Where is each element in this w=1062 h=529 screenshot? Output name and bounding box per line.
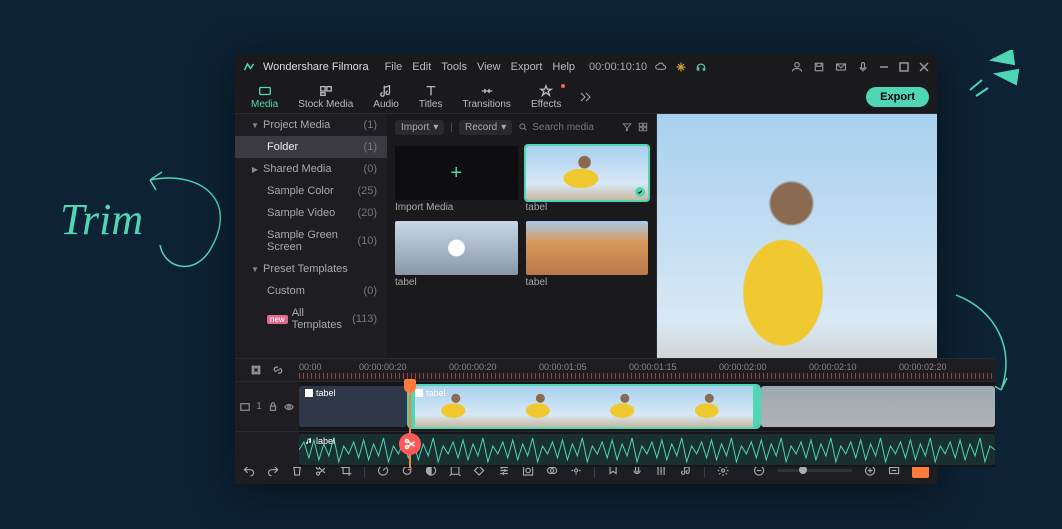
menu-edit[interactable]: Edit [412,61,431,73]
sidebar-sample-video[interactable]: Sample Video(20) [235,202,387,224]
export-button[interactable]: Export [866,87,929,107]
menu-file[interactable]: File [385,61,403,73]
tab-audio[interactable]: Audio [365,82,407,112]
clip-trim-handle-right[interactable] [753,386,759,427]
video-clip-1[interactable]: tabel [299,386,407,427]
zoom-slider[interactable] [777,469,852,472]
sidebar-custom[interactable]: Custom(0) [235,280,387,302]
filter-icon[interactable] [622,122,632,132]
video-track-1: 1 tabel tabel [235,381,995,431]
track-video-icon [240,402,250,412]
sidebar-folder[interactable]: Folder(1) [235,136,387,158]
timeline-ruler[interactable]: 00:00 00:00:00:20 00:00:00:20 00:00:01:0… [299,359,995,381]
tab-media[interactable]: Media [243,82,286,112]
tab-titles[interactable]: Titles [411,82,451,112]
close-button[interactable] [919,62,929,72]
sidebar-project-media[interactable]: ▼Project Media(1) [235,114,387,136]
decorative-burst [962,50,1022,100]
trim-scissors-icon[interactable] [399,433,421,455]
cloud-icon[interactable] [655,61,667,73]
video-clip-2-selected[interactable]: tabel [409,386,759,427]
sparkle-icon[interactable] [675,61,687,73]
grid-view-icon[interactable] [638,122,648,132]
track-number: 1 [256,401,262,412]
media-thumb-3[interactable]: tabel [526,221,649,288]
menu-export[interactable]: Export [511,61,543,73]
menubar: File Edit Tools View Export Help [385,61,575,73]
media-thumb-2[interactable]: tabel [395,221,518,288]
titlebar-timecode: 00:00:10:10 [589,61,647,73]
titlebar: Wondershare Filmora File Edit Tools View… [235,54,937,80]
maximize-button[interactable] [899,62,909,72]
save-icon[interactable] [813,61,825,73]
menu-view[interactable]: View [477,61,501,73]
record-dropdown[interactable]: Record▾ [459,120,512,135]
sidebar-preset-templates[interactable]: ▼Preset Templates [235,258,387,280]
track-lock-icon[interactable] [268,402,278,412]
timeline-link-icon[interactable] [272,364,284,376]
audio-track-1: label [235,431,995,467]
user-icon[interactable] [791,61,803,73]
app-name: Wondershare Filmora [263,61,369,73]
video-clip-3[interactable] [761,386,995,427]
import-media-tile[interactable]: +Import Media [395,146,518,213]
import-dropdown[interactable]: Import▾ [395,120,444,135]
headset-icon[interactable] [695,61,707,73]
main-tabs: Media Stock Media Audio Titles Transitio… [235,80,937,114]
tab-stock-media[interactable]: Stock Media [290,82,361,112]
menu-tools[interactable]: Tools [441,61,467,73]
minimize-button[interactable] [879,62,889,72]
tab-effects[interactable]: Effects [523,82,569,112]
sidebar-shared-media[interactable]: ▶Shared Media(0) [235,158,387,180]
sidebar-sample-color[interactable]: Sample Color(25) [235,180,387,202]
trim-callout: Trim [60,194,143,245]
search-media[interactable]: Search media [518,122,616,133]
app-logo-icon [243,61,255,73]
mic-icon[interactable] [857,61,869,73]
tab-transitions[interactable]: Transitions [454,82,519,112]
media-thumb-1[interactable]: tabel [526,146,649,213]
sidebar-sample-green[interactable]: Sample Green Screen(10) [235,224,387,258]
tabs-more-icon[interactable] [577,89,593,105]
track-visibility-icon[interactable] [284,402,294,412]
mail-icon[interactable] [835,61,847,73]
menu-help[interactable]: Help [552,61,575,73]
sidebar-all-templates[interactable]: newAll Templates(113) [235,302,387,336]
timeline: 00:00 00:00:00:20 00:00:00:20 00:00:01:0… [235,358,995,467]
timeline-lock-icon[interactable] [250,364,262,376]
